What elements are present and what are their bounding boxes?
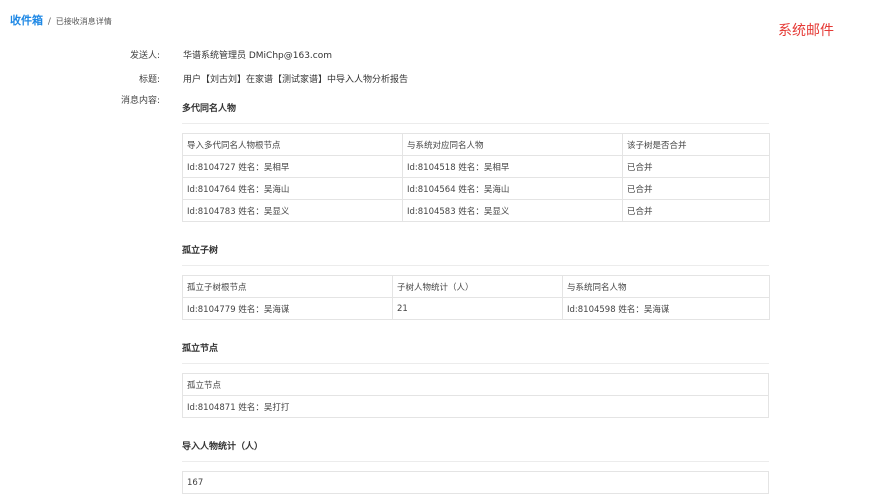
table-cell: Id:8104564 姓名：吴海山	[402, 177, 623, 200]
table-header-row: 导入多代同名人物根节点 与系统对应同名人物 该子树是否合并	[182, 133, 770, 156]
table-cell: Id:8104727 姓名：吴相早	[182, 155, 403, 178]
section-divider	[182, 461, 769, 462]
table-cell: 已合并	[622, 177, 770, 200]
table-header-cell: 导入多代同名人物根节点	[182, 133, 403, 156]
subject-label: 标题:	[138, 75, 160, 85]
table-cell: Id:8104598 姓名：吴海谋	[562, 297, 770, 320]
table-header-cell: 该子树是否合并	[622, 133, 770, 156]
breadcrumb-current: 已接收消息详情	[55, 17, 112, 26]
import-count-value: 167	[182, 471, 769, 494]
multi-generation-table: 导入多代同名人物根节点 与系统对应同名人物 该子树是否合并 Id:8104727…	[182, 133, 770, 222]
table-header-cell: 子树人物统计（人）	[392, 275, 563, 298]
breadcrumb: 收件箱 / 已接收消息详情	[10, 12, 112, 28]
isolated-subtree-table: 孤立子树根节点 子树人物统计（人） 与系统同名人物 Id:8104779 姓名：…	[182, 275, 770, 320]
table-row: 167	[182, 471, 769, 494]
table-header-cell: 孤立节点	[182, 373, 769, 396]
sender-value: 华谱系统管理员 DMiChp@163.com	[183, 51, 333, 61]
section-title: 导入人物统计（人）	[182, 442, 264, 452]
multi-generation-section: 多代同名人物 导入多代同名人物根节点 与系统对应同名人物 该子树是否合并 Id:…	[182, 101, 770, 222]
page-title: 系统邮件	[778, 23, 834, 39]
import-stats-table: 167	[182, 471, 769, 494]
content-label: 消息内容:	[120, 96, 160, 106]
section-divider	[182, 363, 769, 364]
section-title: 孤立节点	[182, 344, 219, 354]
section-divider	[182, 123, 769, 124]
table-cell: Id:8104779 姓名：吴海谋	[182, 297, 393, 320]
table-cell: 已合并	[622, 155, 770, 178]
table-cell: Id:8104871 姓名：吴打打	[182, 395, 769, 418]
table-row: Id:8104727 姓名：吴相早 Id:8104518 姓名：吴相早 已合并	[182, 155, 770, 178]
sender-label: 发送人:	[129, 51, 160, 61]
section-title: 孤立子树	[182, 246, 219, 256]
table-header-row: 孤立节点	[182, 373, 769, 396]
section-title: 多代同名人物	[182, 104, 237, 114]
table-header-cell: 孤立子树根节点	[182, 275, 393, 298]
breadcrumb-separator: /	[47, 17, 51, 27]
table-header-cell: 与系统同名人物	[562, 275, 770, 298]
table-row: Id:8104764 姓名：吴海山 Id:8104564 姓名：吴海山 已合并	[182, 177, 770, 200]
table-header-row: 孤立子树根节点 子树人物统计（人） 与系统同名人物	[182, 275, 770, 298]
isolated-node-table: 孤立节点 Id:8104871 姓名：吴打打	[182, 373, 769, 418]
isolated-node-section: 孤立节点 孤立节点 Id:8104871 姓名：吴打打	[182, 341, 769, 418]
import-stats-section: 导入人物统计（人） 167	[182, 439, 769, 494]
table-cell: 21	[392, 297, 563, 320]
table-cell: Id:8104783 姓名：吴显义	[182, 199, 403, 222]
table-row: Id:8104783 姓名：吴显义 Id:8104583 姓名：吴显义 已合并	[182, 199, 770, 222]
table-cell: Id:8104518 姓名：吴相早	[402, 155, 623, 178]
table-row: Id:8104871 姓名：吴打打	[182, 395, 769, 418]
section-divider	[182, 265, 769, 266]
subject-value: 用户【刘古刘】在家谱【测试家谱】中导入人物分析报告	[183, 75, 409, 85]
breadcrumb-inbox-link[interactable]: 收件箱	[10, 14, 43, 27]
table-cell: Id:8104764 姓名：吴海山	[182, 177, 403, 200]
table-cell: 已合并	[622, 199, 770, 222]
table-header-cell: 与系统对应同名人物	[402, 133, 623, 156]
isolated-subtree-section: 孤立子树 孤立子树根节点 子树人物统计（人） 与系统同名人物 Id:810477…	[182, 243, 770, 320]
table-row: Id:8104779 姓名：吴海谋 21 Id:8104598 姓名：吴海谋	[182, 297, 770, 320]
table-cell: Id:8104583 姓名：吴显义	[402, 199, 623, 222]
